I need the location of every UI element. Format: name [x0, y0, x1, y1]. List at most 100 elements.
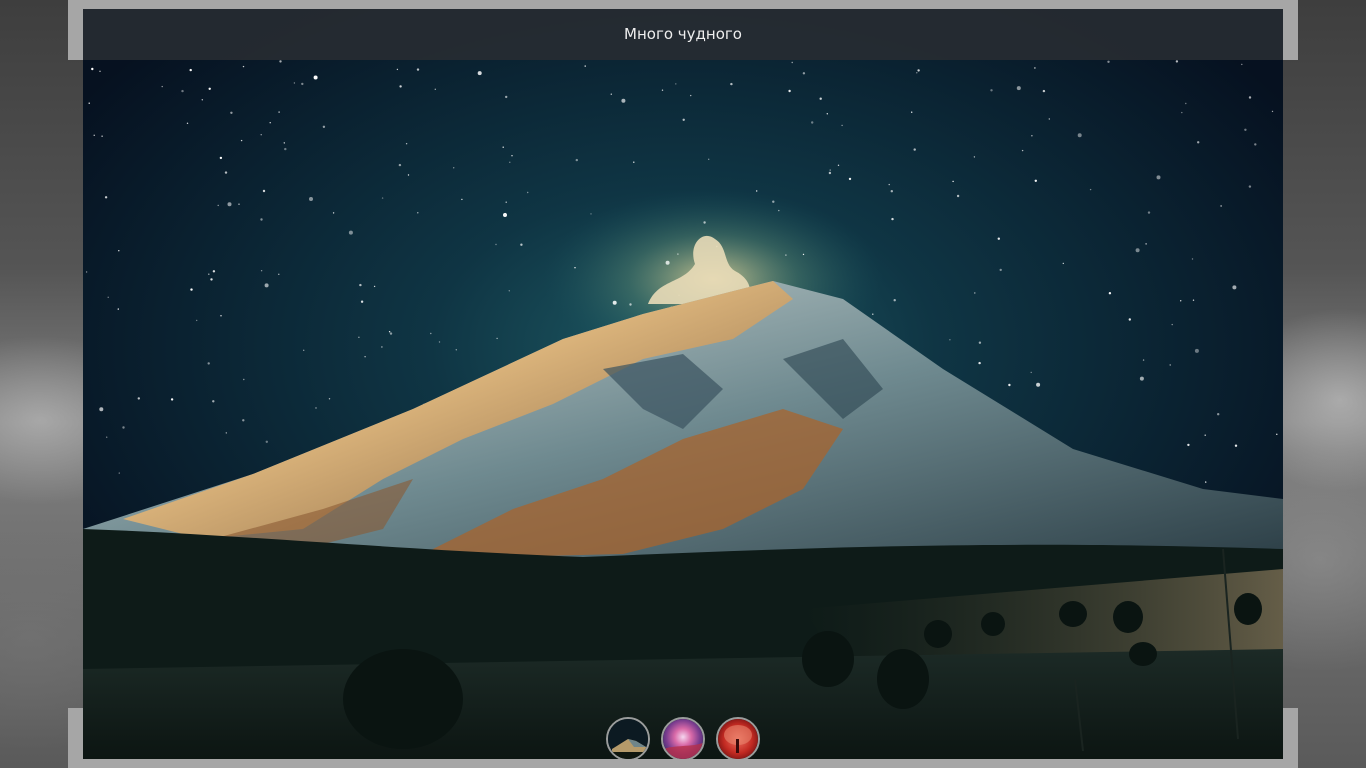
star [227, 202, 232, 207]
star [189, 68, 192, 72]
star [309, 197, 313, 201]
star [1185, 102, 1187, 105]
star [396, 68, 399, 71]
thumbnail-pink-nebula[interactable] [661, 717, 705, 759]
star [690, 94, 692, 97]
star [1021, 149, 1024, 152]
star [730, 82, 733, 86]
star [848, 177, 852, 181]
gallery-title: Много чудного [624, 24, 742, 43]
thumbnail-red-tree[interactable] [716, 717, 760, 759]
star [417, 212, 419, 214]
star [332, 212, 335, 214]
star [278, 111, 280, 113]
star [101, 135, 103, 137]
star [1034, 179, 1037, 182]
star [1276, 433, 1278, 435]
star [1254, 143, 1257, 146]
star [88, 102, 90, 104]
star [1232, 285, 1237, 290]
star [888, 183, 890, 186]
star [1181, 111, 1183, 114]
star [1248, 96, 1252, 99]
star [1135, 248, 1140, 253]
star [201, 99, 203, 101]
star [455, 349, 457, 351]
red-tree-thumbnail [718, 719, 758, 759]
star [170, 398, 174, 401]
star [360, 300, 364, 303]
star [262, 189, 266, 193]
star [91, 67, 94, 71]
star [1171, 323, 1173, 326]
star [802, 253, 805, 256]
star [978, 361, 981, 365]
star [243, 378, 245, 381]
star [978, 341, 982, 344]
star [118, 250, 120, 252]
star [301, 82, 304, 86]
star [1036, 382, 1041, 387]
star [575, 158, 578, 162]
star [990, 89, 993, 92]
star [785, 254, 787, 256]
star [1217, 413, 1220, 416]
star [819, 97, 822, 100]
star [973, 156, 976, 158]
star [1031, 135, 1033, 137]
star [161, 85, 163, 88]
title-bar: Много чудного [83, 9, 1283, 60]
star [911, 111, 913, 113]
star [238, 203, 240, 205]
star [612, 300, 617, 305]
star [207, 362, 210, 365]
star [502, 146, 504, 148]
star [916, 72, 918, 74]
star [405, 143, 408, 145]
star [788, 89, 791, 93]
star [315, 407, 317, 409]
star [621, 98, 626, 103]
star [283, 142, 285, 144]
star [872, 313, 874, 315]
star [1205, 481, 1207, 483]
star [85, 271, 88, 273]
star [196, 319, 198, 322]
star [917, 69, 920, 72]
star [584, 65, 586, 67]
star [1271, 110, 1274, 113]
star [956, 194, 960, 198]
star [381, 346, 383, 348]
star [219, 156, 223, 160]
star [260, 134, 262, 136]
star [240, 139, 243, 142]
star [504, 212, 506, 215]
star [1107, 60, 1110, 63]
star [1192, 299, 1195, 301]
star [212, 400, 215, 403]
star [212, 270, 216, 273]
star [1187, 443, 1190, 447]
star [496, 337, 498, 340]
star [293, 82, 296, 84]
star [1139, 376, 1144, 381]
star [322, 125, 326, 128]
star [99, 70, 101, 72]
star [208, 87, 211, 91]
star [303, 349, 305, 351]
star [811, 121, 814, 124]
star [117, 308, 119, 310]
star [893, 299, 896, 302]
star [1194, 348, 1199, 353]
star [590, 213, 592, 215]
star [407, 174, 410, 176]
star [242, 419, 245, 422]
image-viewer[interactable]: Много чудного [83, 9, 1283, 759]
star [220, 315, 222, 317]
star [264, 283, 269, 288]
star [186, 122, 189, 125]
star [974, 292, 976, 294]
star [1244, 128, 1247, 131]
star [461, 198, 463, 201]
thumbnail-mountain-night[interactable] [606, 717, 650, 759]
